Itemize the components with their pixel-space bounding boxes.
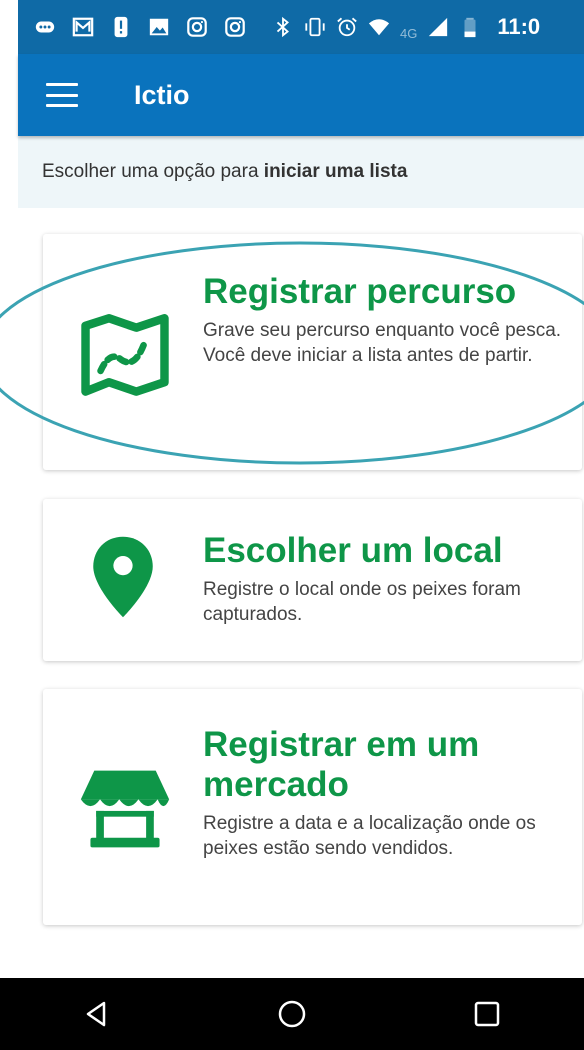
system-icons: 4G 11:0 [272,14,540,41]
option-title: Registrar percurso [203,272,517,311]
option-card-register-market[interactable]: Registrar em um mercado Registre a data … [43,689,582,925]
battery-icon [459,16,481,38]
option-card-body: Escolher um local Registre o local onde … [203,531,566,627]
instagram-icon [186,16,208,38]
option-description: Grave seu percurso enquanto você pesca. … [203,320,562,366]
home-icon[interactable] [262,984,322,1044]
instruction-text: Escolher uma opção para iniciar uma list… [42,161,407,183]
hamburger-menu-icon[interactable] [46,83,78,107]
image-icon [148,16,170,38]
clock: 11:0 [497,14,541,39]
app-title: Ictio [134,79,190,110]
network-type: 4G [400,25,418,41]
screen: 4G 11:0 Ictio Escolher uma opção para in… [0,0,584,1050]
instruction-prefix: Escolher uma opção para [42,161,264,182]
option-card-body: Registrar em um mercado Registre a data … [203,725,566,861]
alarm-icon [336,16,358,38]
option-title: Registrar em um mercado [203,725,480,804]
navigation-bar [0,978,584,1050]
vibrate-icon [304,16,326,38]
back-icon[interactable] [67,984,127,1044]
app-bar: Ictio [18,54,584,136]
recents-icon[interactable] [457,984,517,1044]
notification-icons [18,16,246,38]
signal-icon [427,16,449,38]
option-card-choose-location[interactable]: Escolher um local Registre o local onde … [43,499,582,661]
more-icon [34,16,56,38]
map-route-icon [75,304,175,404]
bluetooth-icon [272,16,294,38]
alert-icon [110,16,132,38]
instruction-banner: Escolher uma opção para iniciar uma list… [18,136,584,208]
option-title: Escolher um local [203,531,503,570]
status-bar: 4G 11:0 [18,0,584,54]
option-description: Registre o local onde os peixes foram ca… [203,579,521,625]
instruction-emphasis: iniciar uma lista [263,161,408,182]
gmail-icon [72,16,94,38]
left-edge [0,0,18,978]
option-description: Registre a data e a localização onde os … [203,813,536,859]
instagram-icon [224,16,246,38]
wifi-icon [368,16,390,38]
market-stall-icon [75,759,175,859]
location-pin-icon [83,527,163,627]
option-card-track-route[interactable]: Registrar percurso Grave seu percurso en… [43,234,582,470]
option-card-body: Registrar percurso Grave seu percurso en… [203,272,566,368]
